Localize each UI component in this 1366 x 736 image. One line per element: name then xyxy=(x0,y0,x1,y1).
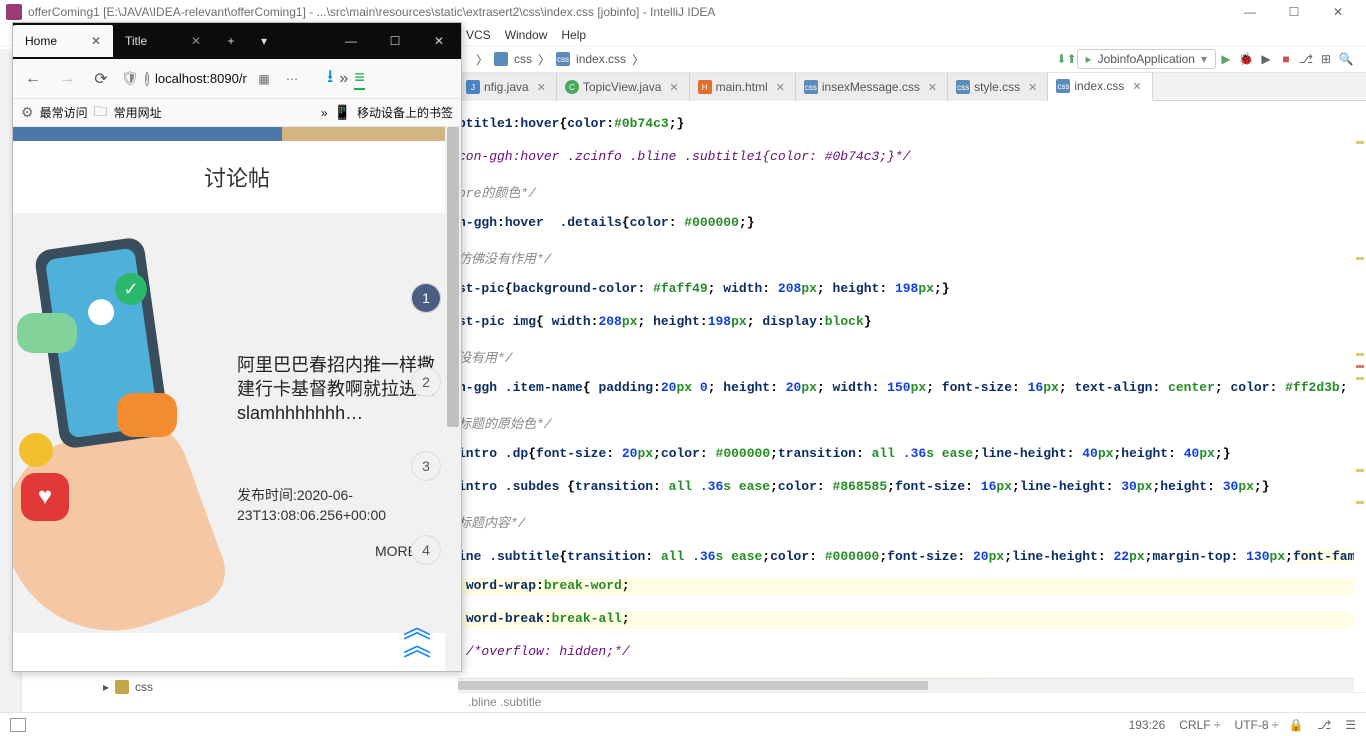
breadcrumb-file: index.css xyxy=(576,52,626,66)
overflow-icon[interactable]: » xyxy=(339,70,348,88)
browser-min-button[interactable]: — xyxy=(329,25,373,57)
project-tree-item[interactable]: ▸ css xyxy=(103,680,153,694)
editor-tab[interactable]: Jnfig.java✕ xyxy=(458,73,557,101)
reload-icon[interactable]: ⟳ xyxy=(87,65,115,93)
window-close-button[interactable]: ✕ xyxy=(1316,0,1360,24)
browser-scrollbar[interactable] xyxy=(445,127,461,671)
readonly-icon[interactable]: 🔒 xyxy=(1288,718,1303,732)
address-bar: ← → ⟳ 🛡 i localhost:8090/ma ▦ ⋯ ⭳ » ≡ xyxy=(13,59,461,99)
browser-viewport[interactable]: 讨论帖 阿里巴巴春招内推一样撒建行卡基督教啊就拉进来slamhhhhhhh… 发… xyxy=(13,127,461,671)
memory-indicator[interactable]: ☰ xyxy=(1345,718,1356,732)
bookmark-mobile[interactable]: 移动设备上的书签 xyxy=(357,104,453,121)
run-button[interactable]: ▶ xyxy=(1216,52,1236,66)
editor-tab[interactable]: Hmain.html✕ xyxy=(690,73,796,101)
browser-tab[interactable]: Title ✕ xyxy=(113,25,213,57)
overflow-icon[interactable]: » xyxy=(321,106,328,120)
url-input[interactable]: 🛡 i localhost:8090/ma xyxy=(121,70,247,87)
menu-window[interactable]: Window xyxy=(505,28,548,42)
download-icon[interactable]: ⭳ xyxy=(327,64,333,94)
gear-icon[interactable]: ⚙ xyxy=(21,104,34,121)
editor-tab[interactable]: cssinsexMessage.css✕ xyxy=(796,73,948,101)
stop-button[interactable]: ■ xyxy=(1276,52,1296,66)
shield-icon: 🛡 xyxy=(121,70,139,87)
page-dot-active[interactable]: 1 xyxy=(411,283,441,313)
menu-help[interactable]: Help xyxy=(561,28,586,42)
editor-marker-gutter[interactable] xyxy=(1354,101,1366,692)
breadcrumb[interactable]: 〉 css 〉 css index.css 〉 xyxy=(476,51,644,68)
close-tab-icon[interactable]: ✕ xyxy=(91,34,101,48)
mobile-icon: 📱 xyxy=(334,104,351,121)
browser-max-button[interactable]: ☐ xyxy=(373,25,417,57)
window-title: offerComing1 [E:\JAVA\IDEA-relevant\offe… xyxy=(28,5,715,19)
browser-tab-label: Title xyxy=(125,34,177,48)
coverage-button[interactable]: ▶ xyxy=(1256,52,1276,66)
folder-icon xyxy=(115,680,129,694)
line-sep[interactable]: CRLF ÷ xyxy=(1179,718,1220,732)
status-bar: 193:26 CRLF ÷ UTF-8 ÷ 🔒 ⎇ ☰ xyxy=(0,712,1366,736)
phone-illustration xyxy=(27,233,217,593)
browser-tab-bar: Home ✕ Title ✕ + ▾ — ☐ ✕ xyxy=(13,23,461,59)
close-tab-icon[interactable]: ✕ xyxy=(928,81,937,94)
page-heading: 讨论帖 xyxy=(13,161,461,193)
page-dot[interactable]: 2 xyxy=(411,367,441,397)
back-icon[interactable]: ← xyxy=(19,65,47,93)
caret-position[interactable]: 193:26 xyxy=(1129,718,1166,732)
new-tab-button[interactable]: + xyxy=(213,25,249,57)
status-indicator-icon[interactable] xyxy=(10,718,26,732)
editor-tab[interactable]: CTopicView.java✕ xyxy=(557,73,690,101)
window-title-bar: offerComing1 [E:\JAVA\IDEA-relevant\offe… xyxy=(0,0,1366,24)
bookmark-sites[interactable]: 常用网址 xyxy=(114,104,162,121)
info-icon[interactable]: i xyxy=(145,72,149,86)
window-min-button[interactable]: — xyxy=(1228,0,1272,24)
pagination-dots: 1 2 3 4 xyxy=(411,283,441,565)
close-tab-icon[interactable]: ✕ xyxy=(1132,80,1141,93)
close-tab-icon[interactable]: ✕ xyxy=(776,81,785,94)
git-status-icon[interactable]: ⎇ xyxy=(1317,718,1331,732)
css-file-icon: css xyxy=(556,52,570,66)
build-icon[interactable]: ⬇⬆ xyxy=(1057,52,1077,66)
folder-icon: 🗀 xyxy=(94,101,108,125)
close-tab-icon[interactable]: ✕ xyxy=(669,81,678,94)
post-card: 阿里巴巴春招内推一样撒建行卡基督教啊就拉进来slamhhhhhhh… 发布时间:… xyxy=(13,213,461,633)
browser-close-button[interactable]: ✕ xyxy=(417,25,461,57)
git-button[interactable]: ⎇ xyxy=(1296,52,1316,66)
browser-tab-label: Home xyxy=(25,34,77,48)
editor-tab-active[interactable]: cssindex.css✕ xyxy=(1048,73,1152,101)
structure-button[interactable]: ⊞ xyxy=(1316,52,1336,66)
encoding[interactable]: UTF-8 ÷ xyxy=(1235,718,1279,732)
run-config-label: JobinfoApplication xyxy=(1098,52,1195,66)
forward-icon[interactable]: → xyxy=(53,65,81,93)
editor-breadcrumb[interactable]: .bline .subtitle xyxy=(458,692,1366,712)
qr-icon[interactable]: ▦ xyxy=(253,68,275,90)
run-config-selector[interactable]: ▸ JobinfoApplication ▾ xyxy=(1077,49,1216,69)
url-text: localhost:8090/ma xyxy=(155,71,247,86)
breadcrumb-folder: css xyxy=(514,52,532,66)
scroll-top-icon[interactable]: ︽︽ xyxy=(403,619,431,655)
page-dot[interactable]: 4 xyxy=(411,535,441,565)
bookmark-bar: ⚙ 最常访问 🗀 常用网址 » 📱 移动设备上的书签 xyxy=(13,99,461,127)
close-tab-icon[interactable]: ✕ xyxy=(1028,81,1037,94)
app-icon xyxy=(6,4,22,20)
hamburger-icon[interactable]: ≡ xyxy=(354,67,365,90)
browser-tab-active[interactable]: Home ✕ xyxy=(13,25,113,57)
heart-icon xyxy=(21,473,69,521)
close-tab-icon[interactable]: ✕ xyxy=(537,81,546,94)
code-editor[interactable]: btitle1:hover{color:#0b74c3;} con-ggh:ho… xyxy=(458,101,1366,692)
more-icon[interactable]: ⋯ xyxy=(281,68,303,90)
page-dot[interactable]: 3 xyxy=(411,451,441,481)
window-max-button[interactable]: ☐ xyxy=(1272,0,1316,24)
bookmark-frequent[interactable]: 最常访问 xyxy=(40,104,88,121)
browser-window: Home ✕ Title ✕ + ▾ — ☐ ✕ ← → ⟳ 🛡 i local… xyxy=(12,22,462,672)
editor-hscrollbar[interactable] xyxy=(458,678,1354,692)
tab-overflow-icon[interactable]: ▾ xyxy=(249,25,279,57)
debug-button[interactable]: 🐞 xyxy=(1236,52,1256,66)
close-tab-icon[interactable]: ✕ xyxy=(191,34,201,48)
editor-tab[interactable]: cssstyle.css✕ xyxy=(948,73,1048,101)
search-button[interactable]: 🔍 xyxy=(1336,52,1356,66)
menu-vcs[interactable]: VCS xyxy=(466,28,491,42)
header-band xyxy=(13,127,461,141)
folder-icon xyxy=(494,52,508,66)
check-icon xyxy=(115,273,147,305)
